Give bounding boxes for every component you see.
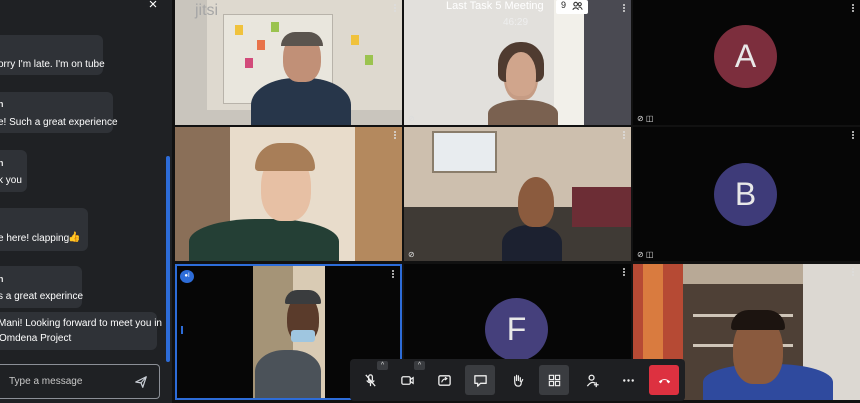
- participant-count-badge[interactable]: 9: [556, 0, 588, 14]
- chat-icon: [473, 374, 487, 387]
- message-sender: n: [0, 158, 4, 168]
- chat-message: Mani! Looking forward to meet you in Omd…: [0, 312, 162, 350]
- raise-hand-icon: [513, 374, 523, 387]
- tile-menu-icon[interactable]: [623, 268, 626, 278]
- message-text: orry I'm late. I'm on tube: [0, 59, 105, 70]
- mic-muted-icon: ⊘: [408, 250, 415, 259]
- message-text-line2: Omdena Project: [0, 333, 72, 344]
- input-placeholder: Type a message: [9, 376, 83, 387]
- microphone-button[interactable]: [355, 365, 385, 395]
- tile-menu-icon[interactable]: [392, 270, 395, 280]
- raise-hand-button[interactable]: [502, 365, 532, 395]
- video-tile[interactable]: jitsi: [175, 0, 402, 125]
- meeting-toolbar: ^ ^: [350, 359, 685, 401]
- avatar-initial: B: [734, 176, 757, 212]
- send-icon[interactable]: [134, 375, 148, 389]
- message-text: e! Such a great experience: [0, 117, 118, 128]
- hangup-icon: [658, 378, 670, 383]
- avatar-a: A: [714, 25, 777, 88]
- tile-menu-icon[interactable]: [852, 268, 855, 278]
- chat-message: orry I'm late. I'm on tube: [0, 35, 105, 75]
- tile-menu-icon[interactable]: [623, 4, 626, 14]
- more-options-button[interactable]: [613, 365, 643, 395]
- microphone-muted-icon: [364, 373, 376, 387]
- chat-button[interactable]: [465, 365, 495, 395]
- mic-muted-icon: ⊘: [408, 114, 415, 123]
- jitsi-watermark: jitsi: [195, 2, 219, 19]
- close-icon[interactable]: ×: [144, 0, 162, 14]
- chat-message-input[interactable]: Type a message: [0, 364, 160, 399]
- avatar-f: F: [485, 298, 548, 361]
- chat-message: n k you: [0, 150, 27, 192]
- mic-muted-icon: ⊘ ◫: [637, 114, 654, 123]
- screenshare-button[interactable]: [429, 365, 459, 395]
- mic-muted-icon: ⊘ ◫: [637, 250, 654, 259]
- chat-panel: × n orry I'm late. I'm on tube n e! Such…: [0, 0, 172, 403]
- message-text: k you: [0, 175, 22, 186]
- avatar-initial: F: [506, 311, 527, 347]
- chat-message: n e! Such a great experience: [0, 92, 118, 133]
- thumbs-up-icon: 👍: [68, 232, 81, 243]
- dominant-speaker-badge: ●I: [180, 270, 194, 283]
- chat-message: n s a great experince: [0, 266, 84, 308]
- video-tile[interactable]: B ⊘ ◫: [633, 127, 860, 261]
- tile-menu-icon[interactable]: [852, 4, 855, 14]
- tile-menu-icon[interactable]: [394, 131, 397, 141]
- invite-button[interactable]: [577, 365, 607, 395]
- avatar-initial: A: [734, 38, 757, 74]
- camera-button[interactable]: [392, 365, 422, 395]
- video-tile[interactable]: A ⊘ ◫: [633, 0, 860, 125]
- video-tile[interactable]: [175, 127, 402, 261]
- audio-level-indicator: [181, 326, 183, 334]
- message-text: e here! clapping: [0, 233, 70, 244]
- avatar-b: B: [714, 163, 777, 226]
- tile-menu-icon[interactable]: [623, 131, 626, 141]
- tile-view-icon: [548, 374, 560, 386]
- tile-menu-icon[interactable]: [852, 131, 855, 141]
- camera-icon: [400, 375, 414, 385]
- hangup-button[interactable]: [649, 365, 679, 395]
- message-text: Mani! Looking forward to meet you in: [0, 318, 162, 329]
- meeting-timer: 46:29: [503, 17, 529, 28]
- message-sender: n: [0, 99, 4, 109]
- more-horizontal-icon: [622, 378, 634, 382]
- chat-scrollbar[interactable]: [166, 156, 170, 362]
- tile-menu-icon[interactable]: [394, 4, 397, 14]
- tile-view-button[interactable]: [539, 365, 569, 395]
- chat-message: e here! clapping 👍: [0, 208, 88, 251]
- screenshare-icon: [437, 374, 451, 386]
- add-participant-icon: [586, 374, 599, 387]
- participant-count: 9: [561, 0, 567, 10]
- participants-icon: [572, 1, 583, 11]
- meeting-title: Last Task 5 Meeting: [446, 0, 544, 12]
- message-sender: n: [0, 274, 4, 284]
- message-text: s a great experince: [0, 291, 84, 302]
- video-tile[interactable]: ⊘: [404, 127, 631, 261]
